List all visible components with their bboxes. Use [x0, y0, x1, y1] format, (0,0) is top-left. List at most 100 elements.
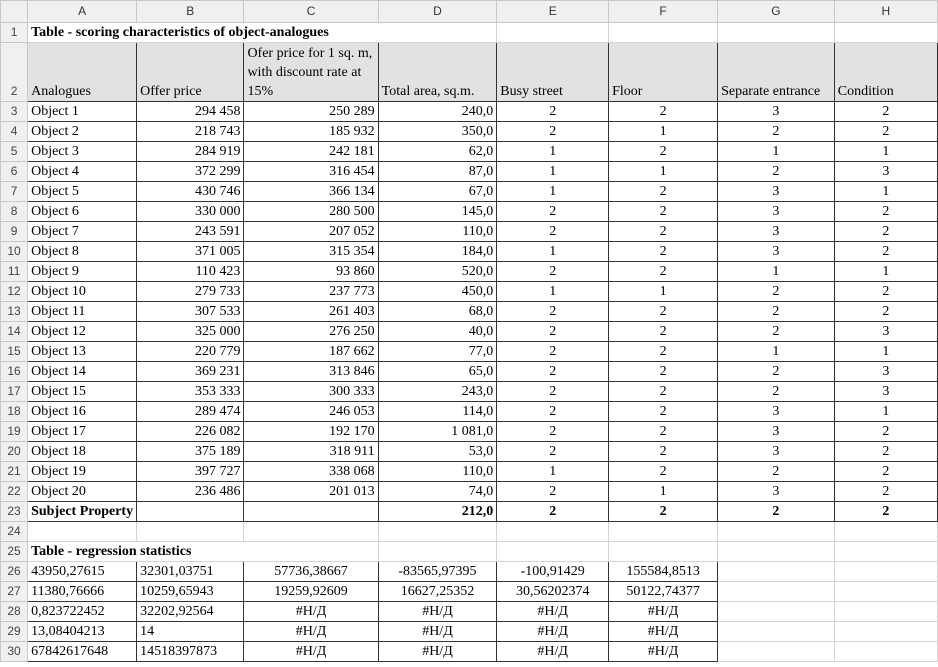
data-cell[interactable]: 1 [496, 241, 610, 262]
data-cell[interactable]: 2 [833, 121, 938, 142]
analogue-name[interactable]: Object 11 [27, 301, 138, 322]
column-title[interactable]: Analogues [27, 42, 138, 102]
regression-cell[interactable]: #Н/Д [608, 601, 719, 622]
regression-cell[interactable]: 32202,92564 [136, 601, 245, 622]
subject-value[interactable]: 2 [496, 501, 610, 522]
data-cell[interactable]: 3 [717, 421, 835, 442]
regression-cell[interactable]: #Н/Д [496, 641, 610, 662]
regression-cell[interactable]: 19259,92609 [243, 581, 379, 602]
cell[interactable] [833, 521, 938, 542]
table2-title[interactable]: Table - regression statistics [27, 541, 379, 562]
data-cell[interactable]: 520,0 [377, 261, 498, 282]
data-cell[interactable]: 279 733 [136, 281, 245, 302]
data-cell[interactable]: 2 [608, 181, 719, 202]
data-cell[interactable]: 3 [717, 101, 835, 122]
data-cell[interactable]: 1 [496, 461, 610, 482]
data-cell[interactable]: 2 [496, 381, 610, 402]
column-header-f[interactable]: F [608, 0, 719, 23]
data-cell[interactable]: 2 [496, 481, 610, 502]
data-cell[interactable]: 201 013 [243, 481, 379, 502]
cell[interactable] [833, 581, 938, 602]
data-cell[interactable]: 2 [717, 461, 835, 482]
cell[interactable] [833, 541, 938, 562]
analogue-name[interactable]: Object 15 [27, 381, 138, 402]
regression-cell[interactable]: 50122,74377 [608, 581, 719, 602]
analogue-name[interactable]: Object 1 [27, 101, 138, 122]
row-header[interactable]: 17 [0, 381, 29, 402]
data-cell[interactable]: 294 458 [136, 101, 245, 122]
regression-cell[interactable]: #Н/Д [377, 641, 498, 662]
column-title[interactable]: Ofer price for 1 sq. m, with discount ra… [243, 42, 379, 102]
row-header[interactable]: 23 [0, 501, 29, 522]
data-cell[interactable]: 2 [717, 281, 835, 302]
data-cell[interactable]: 3 [833, 381, 938, 402]
data-cell[interactable]: 242 181 [243, 141, 379, 162]
row-header[interactable]: 15 [0, 341, 29, 362]
data-cell[interactable]: 2 [496, 361, 610, 382]
row-header[interactable]: 5 [0, 141, 29, 162]
data-cell[interactable]: 184,0 [377, 241, 498, 262]
data-cell[interactable]: 2 [717, 321, 835, 342]
data-cell[interactable]: 3 [717, 441, 835, 462]
regression-cell[interactable]: 13,08404213 [27, 621, 138, 642]
data-cell[interactable]: 2 [608, 381, 719, 402]
data-cell[interactable]: 2 [496, 321, 610, 342]
cell[interactable] [717, 601, 835, 622]
data-cell[interactable]: 2 [496, 201, 610, 222]
cell[interactable] [496, 541, 610, 562]
data-cell[interactable]: 240,0 [377, 101, 498, 122]
data-cell[interactable]: 3 [833, 361, 938, 382]
data-cell[interactable]: 2 [833, 421, 938, 442]
cell[interactable] [377, 541, 498, 562]
data-cell[interactable]: 246 053 [243, 401, 379, 422]
data-cell[interactable]: 280 500 [243, 201, 379, 222]
regression-cell[interactable]: #Н/Д [377, 621, 498, 642]
analogue-name[interactable]: Object 3 [27, 141, 138, 162]
regression-cell[interactable]: #Н/Д [377, 601, 498, 622]
data-cell[interactable]: 2 [496, 401, 610, 422]
data-cell[interactable]: 93 860 [243, 261, 379, 282]
data-cell[interactable]: 3 [717, 401, 835, 422]
cell[interactable] [833, 601, 938, 622]
data-cell[interactable]: 318 911 [243, 441, 379, 462]
column-header-h[interactable]: H [833, 0, 938, 23]
data-cell[interactable]: 3 [717, 201, 835, 222]
data-cell[interactable]: 307 533 [136, 301, 245, 322]
data-cell[interactable]: 250 289 [243, 101, 379, 122]
data-cell[interactable]: 207 052 [243, 221, 379, 242]
data-cell[interactable]: 2 [833, 241, 938, 262]
data-cell[interactable]: 2 [717, 161, 835, 182]
data-cell[interactable]: 243 591 [136, 221, 245, 242]
data-cell[interactable]: 2 [833, 461, 938, 482]
data-cell[interactable]: 3 [717, 481, 835, 502]
data-cell[interactable]: 325 000 [136, 321, 245, 342]
regression-cell[interactable]: #Н/Д [243, 601, 379, 622]
data-cell[interactable]: 2 [608, 221, 719, 242]
data-cell[interactable]: 372 299 [136, 161, 245, 182]
data-cell[interactable]: 1 [496, 181, 610, 202]
data-cell[interactable]: 2 [833, 281, 938, 302]
data-cell[interactable]: 1 [608, 161, 719, 182]
select-all-corner[interactable] [0, 0, 29, 23]
cell[interactable] [608, 22, 719, 43]
regression-cell[interactable]: #Н/Д [243, 641, 379, 662]
cell[interactable] [717, 641, 835, 662]
row-header[interactable]: 10 [0, 241, 29, 262]
cell[interactable] [608, 521, 719, 542]
data-cell[interactable]: 2 [608, 401, 719, 422]
row-header[interactable]: 27 [0, 581, 29, 602]
data-cell[interactable]: 243,0 [377, 381, 498, 402]
analogue-name[interactable]: Object 9 [27, 261, 138, 282]
cell[interactable] [717, 521, 835, 542]
data-cell[interactable]: 218 743 [136, 121, 245, 142]
row-header[interactable]: 25 [0, 541, 29, 562]
data-cell[interactable]: 1 [717, 261, 835, 282]
column-title[interactable]: Total area, sq.m. [377, 42, 498, 102]
regression-cell[interactable]: 32301,03751 [136, 561, 245, 582]
data-cell[interactable]: 397 727 [136, 461, 245, 482]
analogue-name[interactable]: Object 4 [27, 161, 138, 182]
data-cell[interactable]: 2 [717, 121, 835, 142]
data-cell[interactable]: 1 [496, 141, 610, 162]
data-cell[interactable]: 2 [496, 221, 610, 242]
analogue-name[interactable]: Object 16 [27, 401, 138, 422]
